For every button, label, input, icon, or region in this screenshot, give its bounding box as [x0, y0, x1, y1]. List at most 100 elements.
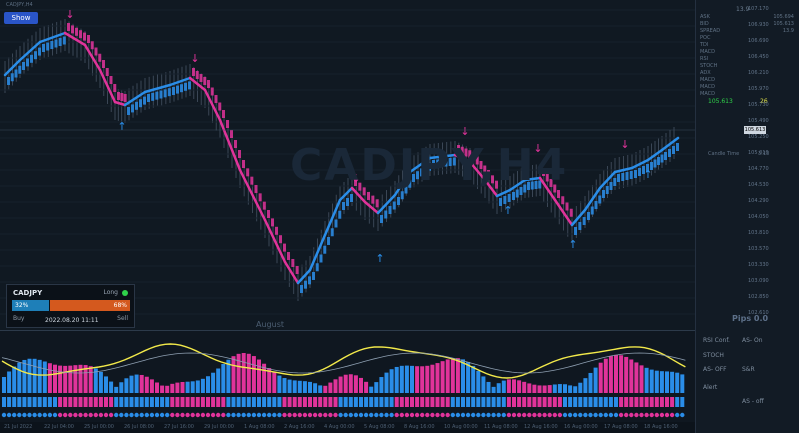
sell-label: Sell [117, 315, 128, 322]
signal-block [200, 397, 205, 407]
trend-block [617, 174, 620, 182]
signal-dot [465, 412, 471, 418]
signal-dot [114, 412, 119, 418]
momentum-bar [547, 385, 552, 393]
indicator-button[interactable]: RSI Conf. [703, 337, 730, 344]
signal-block [149, 397, 154, 407]
signal-dot [17, 412, 22, 418]
time-tick: 18 Aug 16:00 [644, 424, 678, 430]
signal-block [114, 397, 119, 407]
signal-dot [195, 412, 200, 418]
signal-block [353, 397, 358, 407]
trend-block [613, 178, 617, 186]
trend-block [71, 25, 74, 34]
signal-dot [159, 412, 165, 418]
signal-dot [618, 412, 624, 418]
trend-block [594, 201, 598, 209]
price-tick: 106.930 [748, 22, 769, 28]
trend-block [75, 27, 78, 36]
trend-block [254, 185, 258, 193]
indicator-button[interactable]: S&R [742, 366, 755, 373]
trend-block [214, 95, 218, 103]
signal-dot [180, 412, 185, 418]
signal-block [22, 397, 27, 407]
signal-dot [440, 412, 445, 418]
signal-dot [27, 412, 32, 418]
indicator-button[interactable]: AS- OFF [703, 366, 727, 373]
signal-block [257, 397, 261, 407]
price-tick: 105.490 [748, 118, 769, 124]
momentum-bar [634, 362, 639, 393]
momentum-bar [338, 376, 343, 393]
signal-dot [450, 412, 455, 418]
signal-block [343, 397, 348, 407]
signal-dot [496, 412, 501, 418]
signal-dot [471, 412, 476, 418]
trend-block [30, 54, 33, 63]
momentum-bar [450, 358, 455, 393]
trend-block [117, 92, 120, 100]
trend-block [234, 140, 237, 148]
signal-block [568, 397, 573, 407]
price-tick: 107.170 [748, 6, 769, 12]
signal-block [12, 397, 17, 407]
signal-dot [272, 412, 277, 418]
momentum-bar [537, 385, 542, 393]
trend-line-segment [113, 100, 127, 107]
panel-row: MACD [700, 77, 796, 83]
trend-block [94, 47, 98, 56]
indicator-button[interactable]: AS- On [742, 337, 763, 344]
time-tick: 21 Jul 2022 [4, 424, 33, 430]
momentum-bar [58, 365, 63, 393]
signal-block [399, 397, 404, 407]
show-button[interactable]: Show [4, 12, 38, 24]
trend-block [300, 285, 303, 293]
momentum-bar [160, 385, 165, 393]
signal-block [338, 397, 343, 407]
indicator-button[interactable]: AS - off [742, 398, 764, 405]
momentum-bar [17, 362, 22, 393]
trend-block [262, 201, 266, 210]
trend-block [46, 42, 50, 51]
signal-dot [139, 412, 144, 418]
momentum-bar [588, 372, 593, 393]
momentum-bar [170, 383, 175, 393]
momentum-bar [573, 386, 578, 393]
trend-block [397, 197, 400, 205]
panel-row: SPREAD 13.9 [700, 28, 796, 34]
signal-block [318, 397, 323, 407]
trend-block [147, 94, 150, 102]
signal-block [517, 397, 522, 407]
signal-dot [261, 412, 267, 418]
sell-arrow-icon: ↓ [65, 8, 74, 21]
indicator-button[interactable]: Alert [703, 384, 717, 391]
momentum-bar [491, 386, 496, 393]
signal-block [195, 397, 200, 407]
panel-row-label: TDI [700, 42, 709, 48]
baseline-line [1, 352, 686, 374]
momentum-bar [257, 359, 261, 393]
indicator-button[interactable]: STOCH [703, 352, 724, 359]
momentum-bar [552, 384, 557, 393]
signal-dot [552, 412, 557, 418]
trend-block [10, 73, 14, 82]
trend-block [330, 228, 334, 237]
signal-dot [267, 412, 272, 418]
trend-block [22, 62, 25, 70]
momentum-bar [481, 376, 486, 393]
trend-block [565, 202, 569, 211]
panel-row-label: SPREAD [700, 28, 721, 34]
signal-block [180, 397, 185, 407]
signal-dot [675, 412, 680, 418]
signal-block [302, 397, 307, 407]
signal-dot [420, 412, 425, 418]
signal-block [32, 397, 37, 407]
momentum-bar [68, 365, 73, 393]
signal-block [603, 397, 608, 407]
momentum-bar [328, 382, 333, 393]
momentum-bar [308, 381, 312, 393]
price-tick: 104.530 [748, 182, 769, 188]
indicator-panel[interactable] [0, 330, 695, 423]
momentum-bar [53, 364, 57, 393]
momentum-bar [129, 375, 134, 393]
